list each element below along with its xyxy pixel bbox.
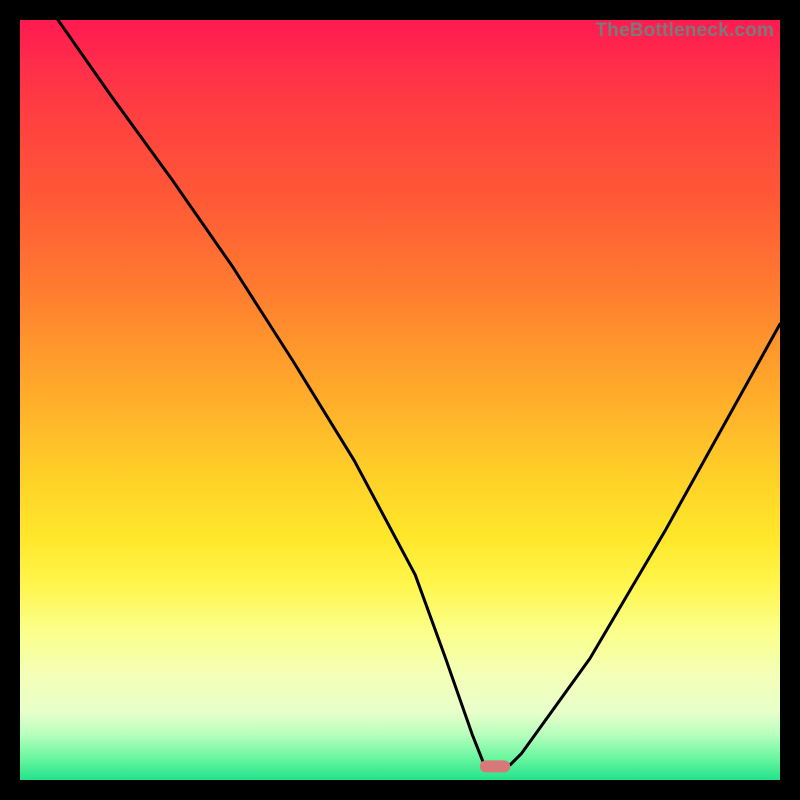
chart-frame: TheBottleneck.com: [0, 0, 800, 800]
optimal-marker: [480, 760, 510, 772]
watermark-text: TheBottleneck.com: [595, 20, 774, 42]
chart-plot-area: TheBottleneck.com: [20, 20, 780, 780]
chart-svg: [20, 20, 780, 780]
bottleneck-curve: [58, 20, 780, 766]
